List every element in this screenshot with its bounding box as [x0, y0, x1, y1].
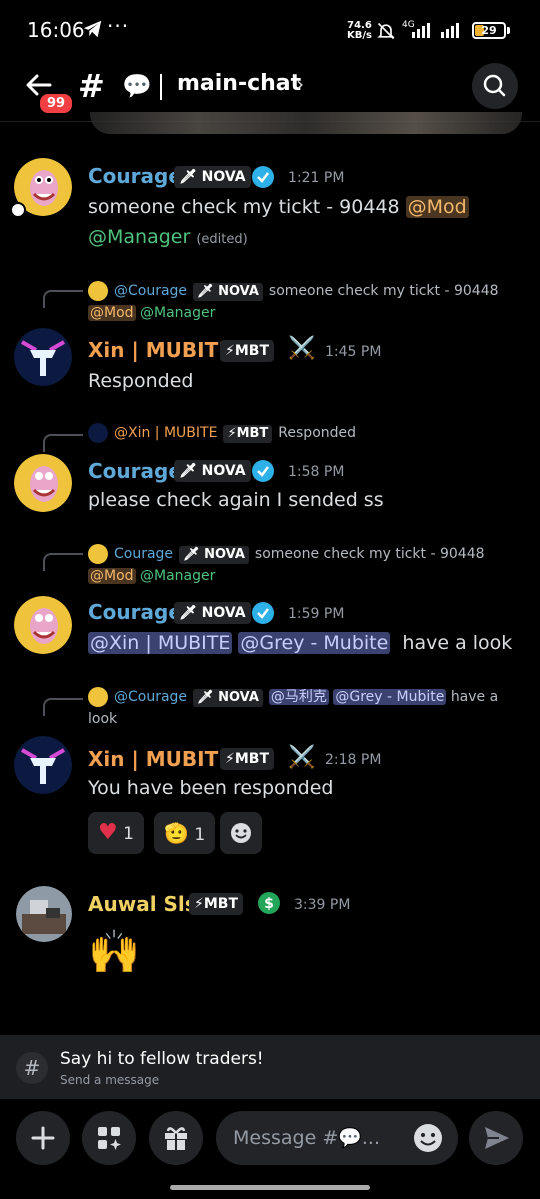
- timestamp: 1:45 PM: [325, 344, 382, 360]
- message: @Courage 🗡 NOVA someone check my tickt - 9…: [0, 278, 540, 398]
- reaction-salute[interactable]: 🫡 1: [154, 812, 216, 854]
- battery-icon: 29: [472, 22, 506, 39]
- role-tag[interactable]: ⚡MBT: [220, 340, 274, 362]
- apps-icon: [98, 1127, 121, 1150]
- gift-icon: [165, 1127, 187, 1150]
- author-name[interactable]: Xin | MUBITE: [88, 338, 232, 362]
- mention-mod[interactable]: @Mod: [405, 196, 469, 218]
- timestamp: 1:59 PM: [288, 606, 345, 622]
- message: Auwal Sls ⚡MBT $ 3:39 PM 🙌: [0, 880, 540, 990]
- author-name[interactable]: Auwal Sls: [88, 892, 197, 916]
- composer-bar: Message #💬...: [0, 1099, 540, 1199]
- banner-subtitle: Send a message: [60, 1073, 160, 1087]
- edited-label: (edited): [196, 232, 248, 247]
- crossed-swords-icon: ⚔️: [288, 336, 316, 361]
- plus-icon: [31, 1126, 55, 1150]
- timestamp: 1:21 PM: [288, 170, 345, 186]
- message: @Courage 🗡 NOVA @马利克 @Grey - Mubite have a…: [0, 686, 540, 861]
- chevron-right-icon[interactable]: ›: [296, 72, 304, 96]
- raising-hands-emoji: 🙌: [88, 927, 141, 976]
- mention-grey[interactable]: @Grey - Mubite: [238, 632, 391, 654]
- gift-button[interactable]: [149, 1111, 203, 1165]
- timestamp: 3:39 PM: [294, 897, 351, 913]
- add-reaction-button[interactable]: [220, 812, 262, 854]
- avatar[interactable]: [14, 596, 72, 654]
- message-input[interactable]: Message #💬...: [216, 1111, 458, 1165]
- message-text: Responded: [88, 370, 194, 392]
- role-tag[interactable]: 🗡 NOVA: [174, 460, 251, 482]
- unread-badge: 99: [37, 91, 76, 116]
- timestamp: 1:58 PM: [288, 464, 345, 480]
- reply-preview[interactable]: @Courage 🗡 NOVA someone check my tickt - 9…: [88, 280, 518, 324]
- bell-muted-icon: [377, 22, 395, 40]
- role-tag[interactable]: 🗡 NOVA: [174, 166, 251, 188]
- emoji-icon[interactable]: [412, 1122, 444, 1154]
- previous-attachment: [90, 112, 522, 134]
- network-speed: 74.6 KB/s: [347, 20, 372, 41]
- message-text: please check again I sended ss: [88, 489, 384, 511]
- status-icon: [10, 202, 26, 218]
- hash-icon: #: [16, 1052, 48, 1084]
- message: Courage 🗡 NOVA someone check my tickt - 90…: [0, 541, 540, 671]
- mention-manager[interactable]: @Manager: [88, 226, 190, 248]
- clock: 16:06: [27, 18, 85, 42]
- send-button[interactable]: [469, 1111, 523, 1165]
- author-name[interactable]: Courage: [88, 164, 182, 188]
- role-tag[interactable]: ⚡MBT: [189, 893, 243, 915]
- reaction-heart[interactable]: ♥ 1: [88, 812, 144, 854]
- reply-preview[interactable]: @Xin | MUBITE ⚡MBT Responded: [88, 422, 518, 444]
- timestamp: 2:18 PM: [325, 752, 382, 768]
- verified-icon: [252, 166, 274, 188]
- signal-icon: [441, 23, 459, 38]
- role-tag[interactable]: 🗡 NOVA: [174, 602, 251, 624]
- saluting-face-icon: 🫡: [164, 821, 189, 845]
- avatar[interactable]: [14, 736, 72, 794]
- mention-xin[interactable]: @Xin | MUBITE: [88, 632, 233, 654]
- svg-text:$: $: [264, 896, 274, 912]
- message: @Xin | MUBITE ⚡MBT Responded Courage 🗡 NOV…: [0, 422, 540, 532]
- avatar[interactable]: [16, 886, 72, 942]
- message-placeholder: Message #💬...: [233, 1127, 381, 1149]
- verified-icon: [252, 460, 274, 482]
- status-bar: 16:06 ··· 74.6 KB/s 4G 29: [0, 0, 540, 60]
- channel-name[interactable]: main-chat: [177, 71, 301, 96]
- add-reaction-icon: [231, 823, 251, 843]
- message-text: someone check my tickt - 90448 @Mod @Mana…: [88, 196, 469, 248]
- banner-title: Say hi to fellow traders!: [60, 1049, 264, 1069]
- search-icon: [483, 74, 506, 97]
- send-icon: [485, 1127, 509, 1149]
- crossed-swords-icon: ⚔️: [288, 745, 316, 770]
- message: Courage 🗡 NOVA 1:21 PM someone check my …: [0, 155, 540, 255]
- add-attachment-button[interactable]: [16, 1111, 70, 1165]
- verified-icon: [252, 602, 274, 624]
- role-tag[interactable]: ⚡MBT: [220, 748, 274, 770]
- message-text: @Xin | MUBITE @Grey - Mubite have a look: [88, 632, 513, 654]
- hash-icon: #: [78, 67, 105, 105]
- heart-icon: ♥: [98, 820, 118, 845]
- avatar[interactable]: [14, 454, 72, 512]
- author-name[interactable]: Xin | MUBITE: [88, 747, 232, 771]
- author-name[interactable]: Courage: [88, 600, 182, 624]
- telegram-icon: [83, 20, 102, 38]
- message-text: You have been responded: [88, 777, 334, 799]
- reply-preview[interactable]: Courage 🗡 NOVA someone check my tickt - 90…: [88, 543, 518, 587]
- more-notifications-icon: ···: [107, 14, 130, 38]
- reply-preview[interactable]: @Courage 🗡 NOVA @马利克 @Grey - Mubite have a…: [88, 686, 518, 730]
- search-button[interactable]: [472, 63, 518, 109]
- channel-prompt-banner[interactable]: # Say hi to fellow traders! Send a messa…: [0, 1035, 540, 1099]
- dollar-badge-icon: $: [258, 892, 280, 914]
- avatar[interactable]: [14, 328, 72, 386]
- home-indicator[interactable]: [170, 1185, 370, 1190]
- apps-button[interactable]: [82, 1111, 136, 1165]
- signal-icon: [412, 23, 430, 38]
- author-name[interactable]: Courage: [88, 459, 182, 483]
- speech-bubble-icon: 💬: [122, 72, 152, 100]
